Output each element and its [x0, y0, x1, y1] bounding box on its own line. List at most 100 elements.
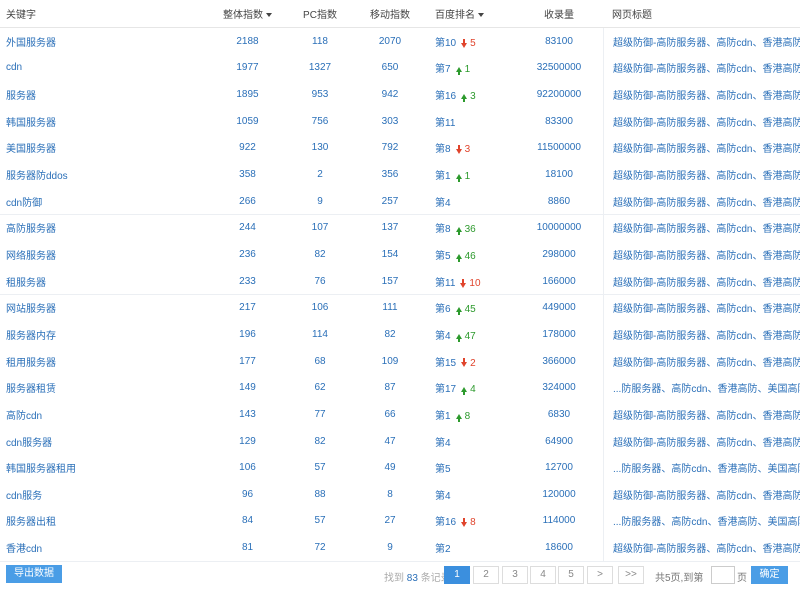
keyword-link[interactable]: 美国服务器 — [0, 140, 200, 155]
mobile-index-value[interactable]: 109 — [345, 356, 435, 367]
sort-down-icon[interactable] — [478, 13, 484, 18]
mobile-index-value[interactable]: 47 — [345, 436, 435, 447]
pc-index-value[interactable]: 57 — [295, 515, 345, 526]
page-title-link[interactable]: 超级防御-高防服务器、高防cdn、香港高防、 — [613, 34, 800, 49]
pc-index-value[interactable]: 76 — [295, 276, 345, 287]
header-keyword[interactable]: 关键字 — [0, 6, 200, 21]
mobile-index-value[interactable]: 303 — [345, 116, 435, 127]
header-mobile-index[interactable]: 移动指数 — [345, 6, 435, 21]
all-index-value[interactable]: 244 — [200, 222, 295, 233]
mobile-index-value[interactable]: 82 — [345, 329, 435, 340]
all-index-value[interactable]: 266 — [200, 196, 295, 207]
keyword-link[interactable]: 高防cdn — [0, 407, 200, 422]
indexed-value[interactable]: 12700 — [515, 462, 603, 473]
all-index-value[interactable]: 143 — [200, 409, 295, 420]
all-index-value[interactable]: 177 — [200, 356, 295, 367]
keyword-link[interactable]: 外国服务器 — [0, 34, 200, 49]
indexed-value[interactable]: 8860 — [515, 196, 603, 207]
page-title-link[interactable]: 超级防御-高防服务器、高防cdn、香港高防、 — [613, 407, 800, 422]
mobile-index-value[interactable]: 257 — [345, 196, 435, 207]
page-title-link[interactable]: 超级防御-高防服务器、高防cdn、香港高防、 — [613, 434, 800, 449]
keyword-link[interactable]: 高防服务器 — [0, 220, 200, 235]
pc-index-value[interactable]: 1327 — [295, 62, 345, 73]
pc-index-value[interactable]: 88 — [295, 489, 345, 500]
mobile-index-value[interactable]: 157 — [345, 276, 435, 287]
all-index-value[interactable]: 149 — [200, 382, 295, 393]
indexed-value[interactable]: 166000 — [515, 276, 603, 287]
all-index-value[interactable]: 196 — [200, 329, 295, 340]
keyword-link[interactable]: 服务器内存 — [0, 327, 200, 342]
indexed-value[interactable]: 366000 — [515, 356, 603, 367]
indexed-value[interactable]: 83100 — [515, 36, 603, 47]
pc-index-value[interactable]: 106 — [295, 302, 345, 313]
page-title-link[interactable]: ...防服务器、高防cdn、香港高防、美国高防、 — [613, 513, 800, 528]
all-index-value[interactable]: 129 — [200, 436, 295, 447]
page-title-link[interactable]: 超级防御-高防服务器、高防cdn、香港高防、 — [613, 540, 800, 555]
all-index-value[interactable]: 1977 — [200, 62, 295, 73]
mobile-index-value[interactable]: 9 — [345, 542, 435, 553]
indexed-value[interactable]: 11500000 — [515, 142, 603, 153]
all-index-value[interactable]: 217 — [200, 302, 295, 313]
header-all-index[interactable]: 整体指数 — [200, 6, 295, 21]
page-title-link[interactable]: 超级防御-高防服务器、高防cdn、香港高防、 — [613, 247, 800, 262]
mobile-index-value[interactable]: 137 — [345, 222, 435, 233]
header-pc-index[interactable]: PC指数 — [295, 6, 345, 21]
pc-index-value[interactable]: 953 — [295, 89, 345, 100]
all-index-value[interactable]: 84 — [200, 515, 295, 526]
all-index-value[interactable]: 2188 — [200, 36, 295, 47]
indexed-value[interactable]: 449000 — [515, 302, 603, 313]
keyword-link[interactable]: 服务器租赁 — [0, 380, 200, 395]
indexed-value[interactable]: 64900 — [515, 436, 603, 447]
all-index-value[interactable]: 236 — [200, 249, 295, 260]
keyword-link[interactable]: 韩国服务器 — [0, 114, 200, 129]
mobile-index-value[interactable]: 49 — [345, 462, 435, 473]
all-index-value[interactable]: 233 — [200, 276, 295, 287]
pc-index-value[interactable]: 68 — [295, 356, 345, 367]
confirm-button[interactable]: 确定 — [751, 566, 788, 584]
keyword-link[interactable]: 香港cdn — [0, 540, 200, 555]
page-title-link[interactable]: 超级防御-高防服务器、高防cdn、香港高防、 — [613, 87, 800, 102]
keyword-link[interactable]: cdn — [0, 62, 200, 73]
keyword-link[interactable]: 网络服务器 — [0, 247, 200, 262]
page-title-link[interactable]: 超级防御-高防服务器、高防cdn、香港高防、 — [613, 60, 800, 75]
pc-index-value[interactable]: 114 — [295, 329, 345, 340]
indexed-value[interactable]: 298000 — [515, 249, 603, 260]
keyword-link[interactable]: 服务器出租 — [0, 513, 200, 528]
mobile-index-value[interactable]: 154 — [345, 249, 435, 260]
keyword-link[interactable]: cdn服务 — [0, 487, 200, 502]
mobile-index-value[interactable]: 356 — [345, 169, 435, 180]
page-button[interactable]: 1 — [444, 566, 470, 584]
mobile-index-value[interactable]: 650 — [345, 62, 435, 73]
pc-index-value[interactable]: 9 — [295, 196, 345, 207]
keyword-link[interactable]: 服务器防ddos — [0, 167, 200, 182]
page-title-link[interactable]: 超级防御-高防服务器、高防cdn、香港高防、 — [613, 354, 800, 369]
all-index-value[interactable]: 1895 — [200, 89, 295, 100]
indexed-value[interactable]: 18600 — [515, 542, 603, 553]
pc-index-value[interactable]: 82 — [295, 249, 345, 260]
indexed-value[interactable]: 324000 — [515, 382, 603, 393]
page-button[interactable]: > — [587, 566, 613, 584]
page-title-link[interactable]: 超级防御-高防服务器、高防cdn、香港高防、 — [613, 114, 800, 129]
pc-index-value[interactable]: 130 — [295, 142, 345, 153]
mobile-index-value[interactable]: 2070 — [345, 36, 435, 47]
page-button[interactable]: >> — [618, 566, 644, 584]
sort-down-icon[interactable] — [266, 13, 272, 18]
pc-index-value[interactable]: 2 — [295, 169, 345, 180]
keyword-link[interactable]: cdn服务器 — [0, 434, 200, 449]
mobile-index-value[interactable]: 87 — [345, 382, 435, 393]
page-title-link[interactable]: ...防服务器、高防cdn、香港高防、美国高防、 — [613, 380, 800, 395]
indexed-value[interactable]: 10000000 — [515, 222, 603, 233]
keyword-link[interactable]: cdn防御 — [0, 194, 200, 209]
header-indexed[interactable]: 收录量 — [515, 6, 603, 21]
keyword-link[interactable]: 韩国服务器租用 — [0, 460, 200, 475]
page-button[interactable]: 3 — [502, 566, 528, 584]
indexed-value[interactable]: 83300 — [515, 116, 603, 127]
pc-index-value[interactable]: 756 — [295, 116, 345, 127]
keyword-link[interactable]: 租用服务器 — [0, 354, 200, 369]
mobile-index-value[interactable]: 942 — [345, 89, 435, 100]
pc-index-value[interactable]: 62 — [295, 382, 345, 393]
indexed-value[interactable]: 120000 — [515, 489, 603, 500]
all-index-value[interactable]: 96 — [200, 489, 295, 500]
page-button[interactable]: 4 — [530, 566, 556, 584]
mobile-index-value[interactable]: 27 — [345, 515, 435, 526]
